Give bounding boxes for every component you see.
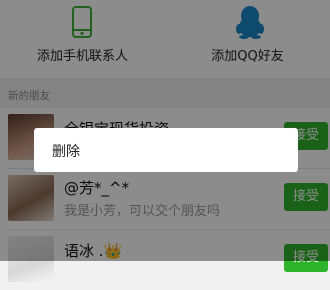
delete-option[interactable]: 删除 bbox=[52, 141, 80, 161]
context-menu: 删除 bbox=[34, 128, 298, 172]
